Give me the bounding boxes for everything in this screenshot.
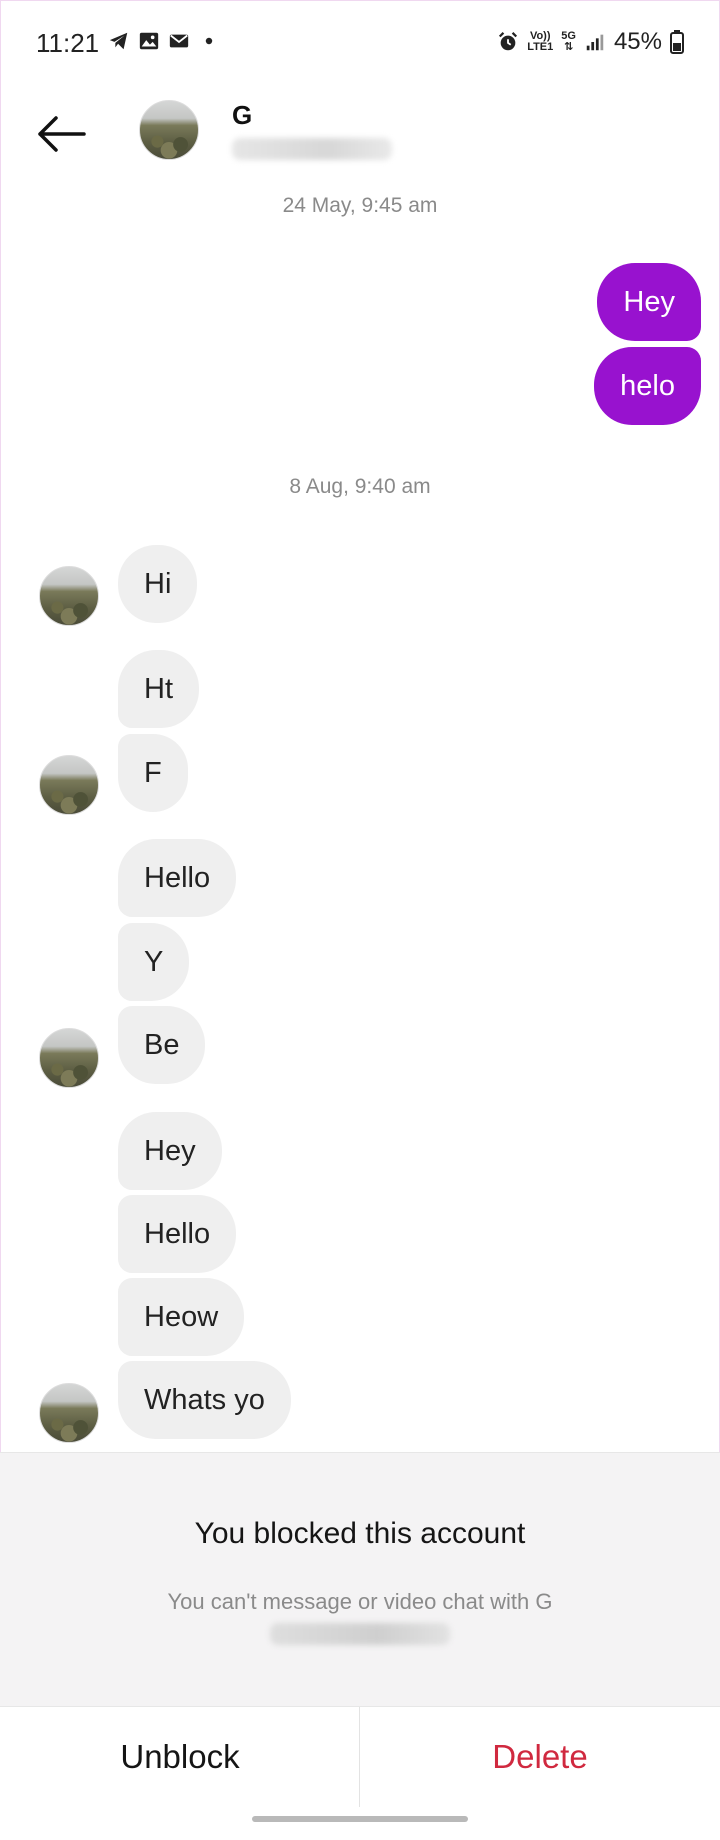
notification-icons — [108, 30, 220, 52]
status-bar: 11:21 Vo)) LTE1 5G ⇅ 45% — [0, 0, 720, 90]
data-arrows-icon: ⇅ — [564, 41, 574, 53]
blocked-subtitle: You can't message or video chat with G — [167, 1589, 553, 1614]
contact-avatar[interactable] — [139, 100, 199, 160]
signal-icon — [586, 34, 604, 51]
chat-header: G — [0, 90, 720, 190]
system-icons: Vo)) LTE1 5G ⇅ 45% — [497, 28, 684, 56]
sender-avatar[interactable] — [39, 1028, 99, 1088]
unblock-button[interactable]: Unblock — [0, 1707, 360, 1807]
blocked-title: You blocked this account — [194, 1517, 526, 1550]
alarm-icon — [499, 32, 518, 51]
battery-percent: 45% — [613, 28, 662, 55]
telegram-icon — [109, 32, 128, 50]
incoming-message[interactable]: Hey — [118, 1112, 222, 1190]
incoming-message[interactable]: Heow — [118, 1278, 245, 1356]
blocked-handle-blurred — [270, 1623, 450, 1645]
volte-label-bottom: LTE1 — [527, 41, 554, 53]
incoming-message[interactable]: Hello — [118, 1195, 237, 1273]
incoming-message[interactable]: Whats yo — [118, 1361, 291, 1439]
timestamp: 8 Aug, 9:40 am — [289, 475, 431, 498]
sender-avatar[interactable] — [39, 755, 99, 815]
dot-icon — [205, 37, 213, 45]
incoming-message[interactable]: Hello — [118, 839, 237, 917]
contact-handle-blurred — [232, 138, 392, 160]
timestamp: 24 May, 9:45 am — [282, 194, 438, 217]
sender-avatar[interactable] — [39, 1383, 99, 1443]
incoming-message[interactable]: Ht — [118, 650, 199, 728]
incoming-message[interactable]: Be — [118, 1006, 206, 1084]
back-arrow-icon[interactable] — [34, 110, 90, 158]
sender-avatar[interactable] — [39, 566, 99, 626]
incoming-message[interactable]: Y — [118, 923, 190, 1001]
blocked-account-panel: You blocked this account You can't messa… — [0, 1452, 720, 1707]
network-indicator: 5G ⇅ — [561, 31, 576, 53]
gallery-icon — [139, 32, 159, 50]
volte-indicator: Vo)) LTE1 — [527, 31, 553, 53]
home-indicator[interactable] — [252, 1816, 468, 1822]
delete-button[interactable]: Delete — [360, 1707, 720, 1807]
outgoing-message[interactable]: helo — [594, 347, 701, 425]
incoming-message[interactable]: F — [118, 734, 188, 812]
contact-name[interactable]: G — [232, 100, 252, 131]
status-time: 11:21 — [36, 28, 100, 58]
outgoing-message[interactable]: Hey — [597, 263, 701, 341]
battery-icon — [670, 30, 684, 54]
mail-icon — [169, 34, 189, 48]
incoming-message[interactable]: Hi — [118, 545, 198, 623]
